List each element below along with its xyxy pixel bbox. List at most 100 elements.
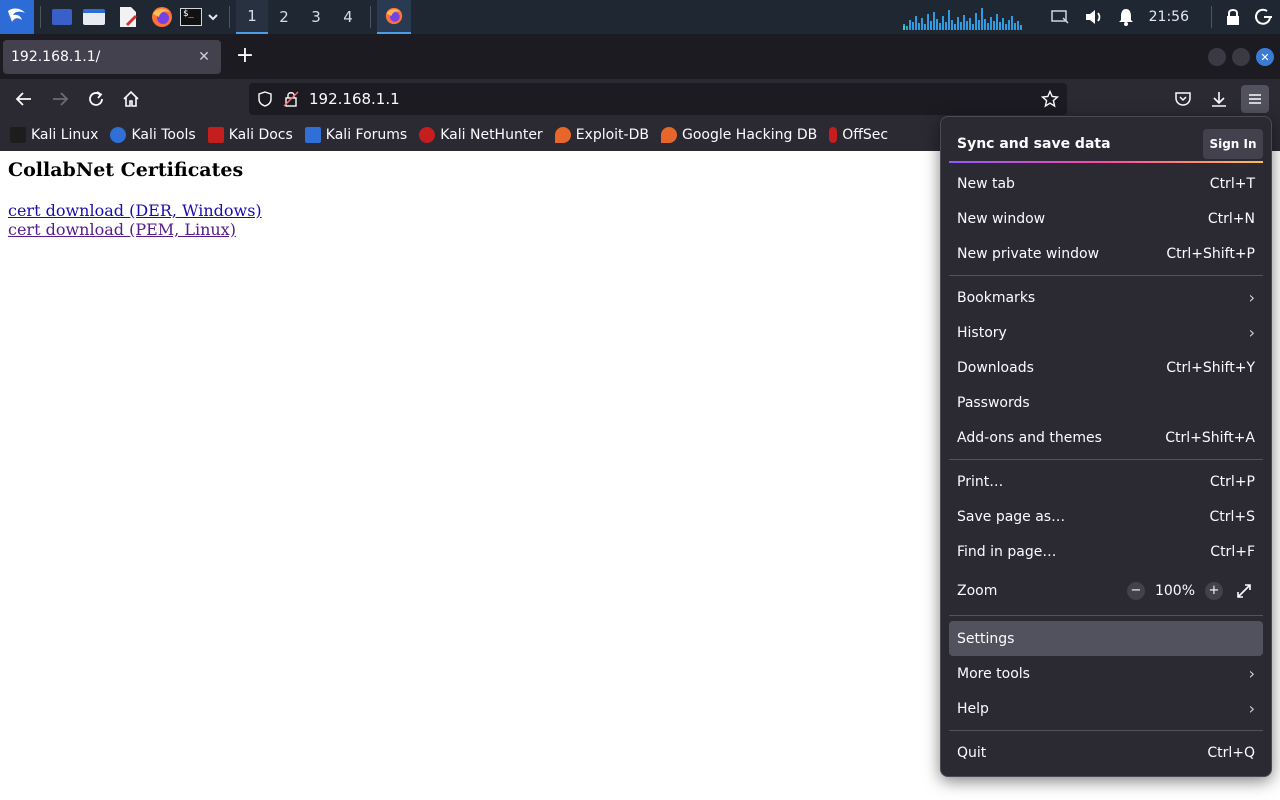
bookmark-kali-tools[interactable]: Kali Tools <box>110 127 196 143</box>
menu-item-label: More tools <box>957 665 1030 682</box>
chevron-down-icon <box>208 14 218 21</box>
bookmark-kali-linux[interactable]: Kali Linux <box>10 127 98 143</box>
tab-strip: 192.168.1.1/ ✕ + ✕ <box>0 34 1280 79</box>
terminal-button[interactable]: $_ <box>179 0 203 34</box>
cert-der-windows-link[interactable]: cert download (DER, Windows) <box>8 201 262 220</box>
bookmark-offsec[interactable]: OffSec <box>829 127 888 143</box>
bookmark-star-icon[interactable] <box>1041 90 1059 108</box>
insecure-lock-icon[interactable] <box>283 91 299 107</box>
chevron-right-icon: › <box>1248 288 1255 307</box>
terminal-icon: $_ <box>180 8 202 26</box>
menu-separator <box>949 459 1263 460</box>
display-button[interactable] <box>1043 0 1077 34</box>
firefox-launcher-button[interactable] <box>145 0 179 34</box>
menu-item-downloads[interactable]: Downloads Ctrl+Shift+Y <box>949 350 1263 385</box>
menu-item-print[interactable]: Print… Ctrl+P <box>949 464 1263 499</box>
menu-item-settings[interactable]: Settings <box>949 621 1263 656</box>
menu-item-new-window[interactable]: New window Ctrl+N <box>949 201 1263 236</box>
menu-item-help[interactable]: Help › <box>949 691 1263 726</box>
tab-close-icon[interactable]: ✕ <box>195 49 213 65</box>
bookmark-exploit-db[interactable]: Exploit-DB <box>554 127 649 143</box>
home-icon <box>123 90 139 107</box>
menu-item-history[interactable]: History › <box>949 315 1263 350</box>
menu-item-find-in-page[interactable]: Find in page… Ctrl+F <box>949 534 1263 569</box>
menu-item-new-tab[interactable]: New tab Ctrl+T <box>949 166 1263 201</box>
show-desktop-icon <box>52 9 72 25</box>
kali-docs-icon <box>207 127 224 143</box>
bookmark-kali-docs[interactable]: Kali Docs <box>207 127 293 143</box>
menu-item-save-page[interactable]: Save page as… Ctrl+S <box>949 499 1263 534</box>
bookmark-kali-forums[interactable]: Kali Forums <box>304 127 407 143</box>
hamburger-menu-icon <box>1249 94 1261 104</box>
logout-button[interactable] <box>1248 0 1280 34</box>
menu-item-addons-themes[interactable]: Add-ons and themes Ctrl+Shift+A <box>949 420 1263 455</box>
bookmark-kali-nethunter[interactable]: Kali NetHunter <box>419 127 543 143</box>
cert-pem-linux-link[interactable]: cert download (PEM, Linux) <box>8 220 262 239</box>
home-button[interactable] <box>117 85 145 113</box>
close-icon: ✕ <box>1260 50 1270 64</box>
menu-item-label: Passwords <box>957 394 1030 411</box>
reload-button[interactable] <box>82 85 110 113</box>
kali-menu-button[interactable] <box>0 0 34 34</box>
kali-dragon-icon <box>8 8 25 22</box>
workspace-2[interactable]: 2 <box>268 0 300 34</box>
back-button[interactable] <box>10 85 38 113</box>
menu-item-label: Bookmarks <box>957 289 1036 306</box>
menu-item-quit[interactable]: Quit Ctrl+Q <box>949 735 1263 770</box>
fullscreen-button[interactable] <box>1233 580 1255 602</box>
show-desktop-button[interactable] <box>47 0 77 34</box>
download-icon <box>1212 92 1226 107</box>
url-bar[interactable]: 192.168.1.1 <box>249 83 1067 115</box>
exploit-db-icon <box>554 127 571 143</box>
workspace-label: 1 <box>247 7 257 25</box>
workspace-3[interactable]: 3 <box>300 0 332 34</box>
pocket-button[interactable] <box>1169 85 1197 113</box>
downloads-button[interactable] <box>1205 85 1233 113</box>
volume-button[interactable] <box>1077 0 1111 34</box>
zoom-in-button[interactable]: + <box>1205 581 1223 600</box>
menu-item-more-tools[interactable]: More tools › <box>949 656 1263 691</box>
forward-button[interactable] <box>46 85 74 113</box>
menu-item-new-private-window[interactable]: New private window Ctrl+Shift+P <box>949 236 1263 271</box>
cpu-graph <box>902 8 1022 30</box>
menu-item-bookmarks[interactable]: Bookmarks › <box>949 280 1263 315</box>
zoom-reset-button[interactable]: 100% <box>1153 583 1197 599</box>
clock: 21:56 <box>1148 9 1189 25</box>
terminal-dropdown-button[interactable] <box>203 0 223 34</box>
sync-divider <box>949 161 1263 163</box>
browser-tab-active[interactable]: 192.168.1.1/ ✕ <box>3 40 221 74</box>
bookmark-label: OffSec <box>842 127 889 143</box>
sign-in-button[interactable]: Sign In <box>1203 128 1263 159</box>
minimize-button[interactable] <box>1208 48 1226 66</box>
menu-item-passwords[interactable]: Passwords <box>949 385 1263 420</box>
menu-item-label: New private window <box>957 245 1100 262</box>
power-icon <box>1255 8 1272 25</box>
chevron-right-icon: › <box>1248 699 1255 718</box>
firefox-window-button[interactable] <box>377 0 411 34</box>
maximize-button[interactable] <box>1232 48 1250 66</box>
notifications-button[interactable] <box>1111 0 1141 34</box>
lock-screen-button[interactable] <box>1218 0 1248 34</box>
menu-item-shortcut: Ctrl+Shift+A <box>1165 429 1255 446</box>
arrow-left-icon <box>15 92 31 106</box>
sync-title: Sync and save data <box>957 135 1111 152</box>
text-editor-button[interactable] <box>111 0 145 34</box>
kali-tools-icon <box>110 127 127 143</box>
bookmark-label: Kali Docs <box>228 127 293 143</box>
sync-header: Sync and save data Sign In <box>949 125 1263 162</box>
open-menu-button[interactable] <box>1241 85 1269 113</box>
taskbar-separator <box>229 6 230 28</box>
workspace-1[interactable]: 1 <box>236 0 268 34</box>
close-window-button[interactable]: ✕ <box>1256 48 1274 66</box>
taskbar: $_ 1 2 3 4 21:56 <box>0 0 1280 34</box>
shield-icon[interactable] <box>257 91 273 107</box>
display-icon <box>1050 10 1069 24</box>
file-manager-button[interactable] <box>77 0 111 34</box>
text-editor-icon <box>120 7 137 27</box>
bookmark-google-hacking-db[interactable]: Google Hacking DB <box>660 127 817 143</box>
workspace-label: 4 <box>343 8 353 26</box>
zoom-out-button[interactable]: − <box>1127 581 1145 600</box>
workspace-4[interactable]: 4 <box>332 0 364 34</box>
cert-links: cert download (DER, Windows) cert downlo… <box>8 201 262 239</box>
new-tab-button[interactable]: + <box>234 45 256 68</box>
